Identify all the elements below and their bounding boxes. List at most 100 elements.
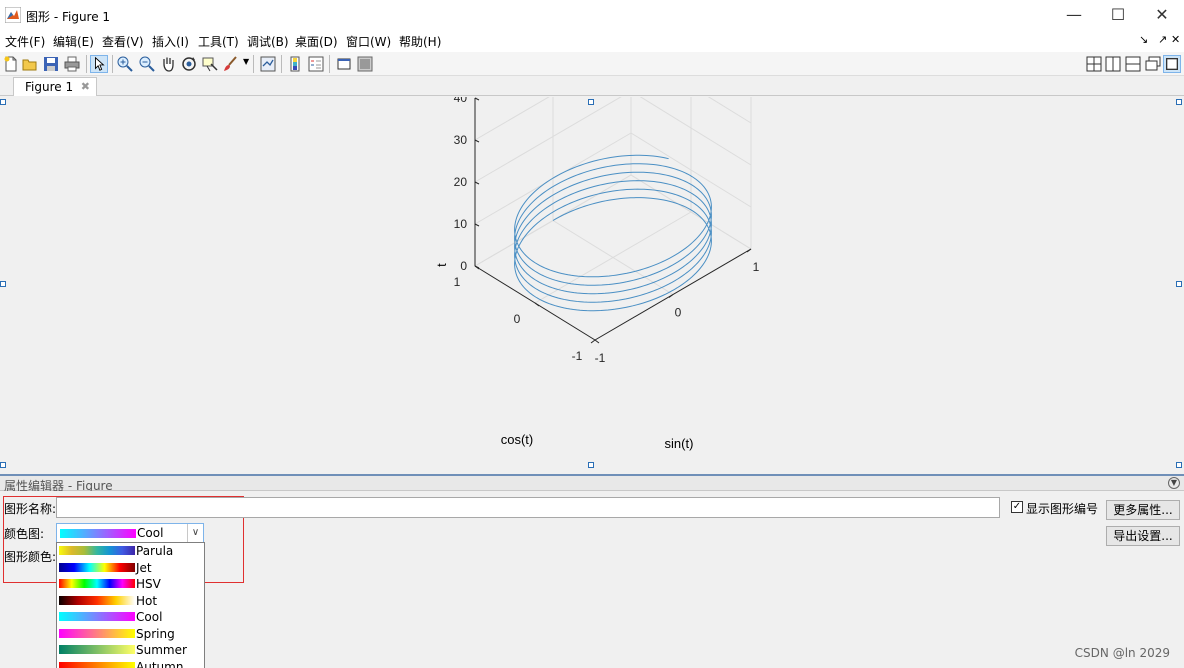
colormap-option-spring[interactable]: Spring bbox=[57, 626, 204, 643]
colormap-swatch-spring bbox=[59, 628, 135, 638]
link-plot-icon[interactable] bbox=[259, 55, 277, 73]
menu-window[interactable]: 窗口(W) bbox=[346, 33, 391, 50]
colormap-swatch-cool bbox=[60, 529, 136, 538]
figure-name-label: 图形名称: bbox=[4, 502, 57, 516]
y-tick-label: -1 bbox=[572, 349, 583, 363]
menu-debug[interactable]: 调试(B) bbox=[247, 33, 289, 50]
undock-arrow-icon[interactable]: ↗ bbox=[1158, 33, 1167, 46]
toolbar-separator bbox=[329, 55, 330, 73]
print-icon[interactable] bbox=[63, 55, 81, 73]
menu-view[interactable]: 查看(V) bbox=[102, 33, 144, 50]
colormap-option-label: Spring bbox=[136, 626, 175, 641]
property-editor-header: 属性编辑器 - Figure ▼ bbox=[0, 474, 1184, 493]
edit-plot-arrow-icon[interactable] bbox=[90, 55, 108, 73]
float-window-icon[interactable] bbox=[1144, 55, 1162, 73]
save-icon[interactable] bbox=[42, 55, 60, 73]
z-tick-mark bbox=[474, 223, 480, 227]
y-tick-mark bbox=[534, 302, 540, 307]
colormap-option-hot[interactable]: Hot bbox=[57, 593, 204, 610]
menu-desktop[interactable]: 桌面(D) bbox=[295, 33, 338, 50]
colormap-swatch-parula bbox=[59, 546, 135, 555]
x-axis-label: sin(t) bbox=[665, 436, 694, 451]
show-number-checkbox[interactable]: ✓ bbox=[1011, 501, 1023, 513]
colormap-selected-value: Cool bbox=[137, 526, 164, 540]
z-tick-label: 10 bbox=[454, 217, 468, 231]
toolbar-separator bbox=[86, 55, 87, 73]
figure-color-label: 图形颜色: bbox=[4, 550, 57, 564]
minimize-button[interactable]: — bbox=[1052, 0, 1096, 30]
zoom-in-icon[interactable] bbox=[116, 55, 134, 73]
colormap-option-label: Jet bbox=[136, 560, 152, 575]
x-tick-label: 1 bbox=[753, 260, 760, 274]
colormap-option-autumn[interactable]: Autumn bbox=[57, 659, 204, 668]
plot3-axes[interactable]: -101-101010203040 sin(t) cos(t) t bbox=[0, 97, 1184, 474]
toolbar-separator bbox=[281, 55, 282, 73]
z-tick-mark bbox=[474, 181, 480, 185]
menu-bar: 文件(F) 编辑(E) 查看(V) 插入(I) 工具(T) 调试(B) 桌面(D… bbox=[0, 30, 1184, 52]
collapse-panel-icon[interactable]: ▼ bbox=[1168, 477, 1180, 489]
close-button[interactable]: ✕ bbox=[1140, 0, 1184, 30]
y-tick-label: 1 bbox=[454, 275, 461, 289]
tile-columns-icon[interactable] bbox=[1104, 55, 1122, 73]
chevron-down-icon[interactable]: ∨ bbox=[187, 524, 203, 542]
export-settings-button[interactable]: 导出设置... bbox=[1106, 526, 1180, 546]
menu-tools[interactable]: 工具(T) bbox=[198, 33, 239, 50]
colormap-option-label: Summer bbox=[136, 643, 187, 657]
colormap-option-label: Hot bbox=[136, 593, 158, 608]
document-tab-bar: Figure 1 ✖ bbox=[0, 76, 1184, 96]
colormap-option-label: Cool bbox=[136, 610, 163, 624]
colormap-option-hsv[interactable]: HSV bbox=[57, 576, 204, 593]
z-tick-label: 40 bbox=[454, 97, 468, 105]
data-cursor-icon[interactable] bbox=[201, 55, 219, 73]
figure-name-input[interactable] bbox=[56, 497, 1000, 518]
colormap-select[interactable]: Cool ∨ bbox=[56, 523, 204, 543]
menu-edit[interactable]: 编辑(E) bbox=[53, 33, 94, 50]
new-figure-icon[interactable] bbox=[2, 55, 20, 73]
y-tick-mark bbox=[594, 339, 600, 344]
colormap-option-summer[interactable]: Summer bbox=[57, 642, 204, 659]
colormap-swatch-autumn bbox=[59, 661, 135, 668]
hide-plot-tools-icon[interactable] bbox=[335, 55, 353, 73]
colormap-dropdown-list[interactable]: Parula Jet HSV Hot Cool Spring Summer Au… bbox=[56, 542, 205, 668]
brush-icon[interactable] bbox=[222, 55, 240, 73]
x-tick-label: 0 bbox=[675, 306, 682, 320]
toolbar-separator bbox=[112, 55, 113, 73]
tab-label: Figure 1 bbox=[25, 80, 74, 94]
y-axis-label: cos(t) bbox=[501, 432, 534, 447]
matlab-icon bbox=[5, 7, 21, 23]
menu-insert[interactable]: 插入(I) bbox=[152, 33, 189, 50]
maximize-button[interactable]: ☐ bbox=[1096, 0, 1140, 30]
show-plot-tools-icon[interactable] bbox=[356, 55, 374, 73]
menu-help[interactable]: 帮助(H) bbox=[399, 33, 441, 50]
show-number-label: 显示图形编号 bbox=[1026, 502, 1099, 516]
tab-close-icon[interactable]: ✖ bbox=[81, 80, 90, 93]
maximize-pane-icon[interactable] bbox=[1163, 55, 1181, 73]
pan-hand-icon[interactable] bbox=[159, 55, 177, 73]
rotate-3d-icon[interactable] bbox=[180, 55, 198, 73]
tick-labels: -101-101010203040 bbox=[454, 97, 760, 365]
colormap-option-jet[interactable]: Jet bbox=[57, 560, 204, 577]
brush-dropdown-icon[interactable]: ▼ bbox=[243, 57, 249, 66]
axes-box bbox=[474, 97, 752, 344]
z-tick-label: 30 bbox=[454, 133, 468, 147]
helix-line[interactable] bbox=[514, 154, 712, 312]
figure-canvas[interactable]: -1 0 1 -1 0 1 0 10 20 30 40 sin(t) cos(t) t bbox=[0, 97, 1184, 474]
colormap-option-cool[interactable]: Cool bbox=[57, 609, 204, 626]
x-tick-mark bbox=[590, 339, 596, 344]
tile-rows-icon[interactable] bbox=[1124, 55, 1142, 73]
figure-window: 图形 - Figure 1 — ☐ ✕ 文件(F) 编辑(E) 查看(V) 插入… bbox=[0, 0, 1184, 668]
insert-colorbar-icon[interactable] bbox=[286, 55, 304, 73]
more-properties-button[interactable]: 更多属性... bbox=[1106, 500, 1180, 520]
colormap-swatch-cool bbox=[59, 612, 135, 621]
colormap-option-label: Parula bbox=[136, 544, 174, 558]
open-file-icon[interactable] bbox=[21, 55, 39, 73]
menu-close-icon[interactable]: ✕ bbox=[1171, 33, 1180, 46]
insert-legend-icon[interactable] bbox=[307, 55, 325, 73]
colormap-option-parula[interactable]: Parula bbox=[57, 543, 204, 560]
menu-file[interactable]: 文件(F) bbox=[5, 33, 45, 50]
colormap-label: 颜色图: bbox=[4, 527, 45, 541]
dock-arrow-icon[interactable]: ↘ bbox=[1139, 33, 1148, 46]
tab-figure-1[interactable]: Figure 1 ✖ bbox=[13, 77, 97, 96]
tile-grid-icon[interactable] bbox=[1085, 55, 1103, 73]
zoom-out-icon[interactable] bbox=[138, 55, 156, 73]
